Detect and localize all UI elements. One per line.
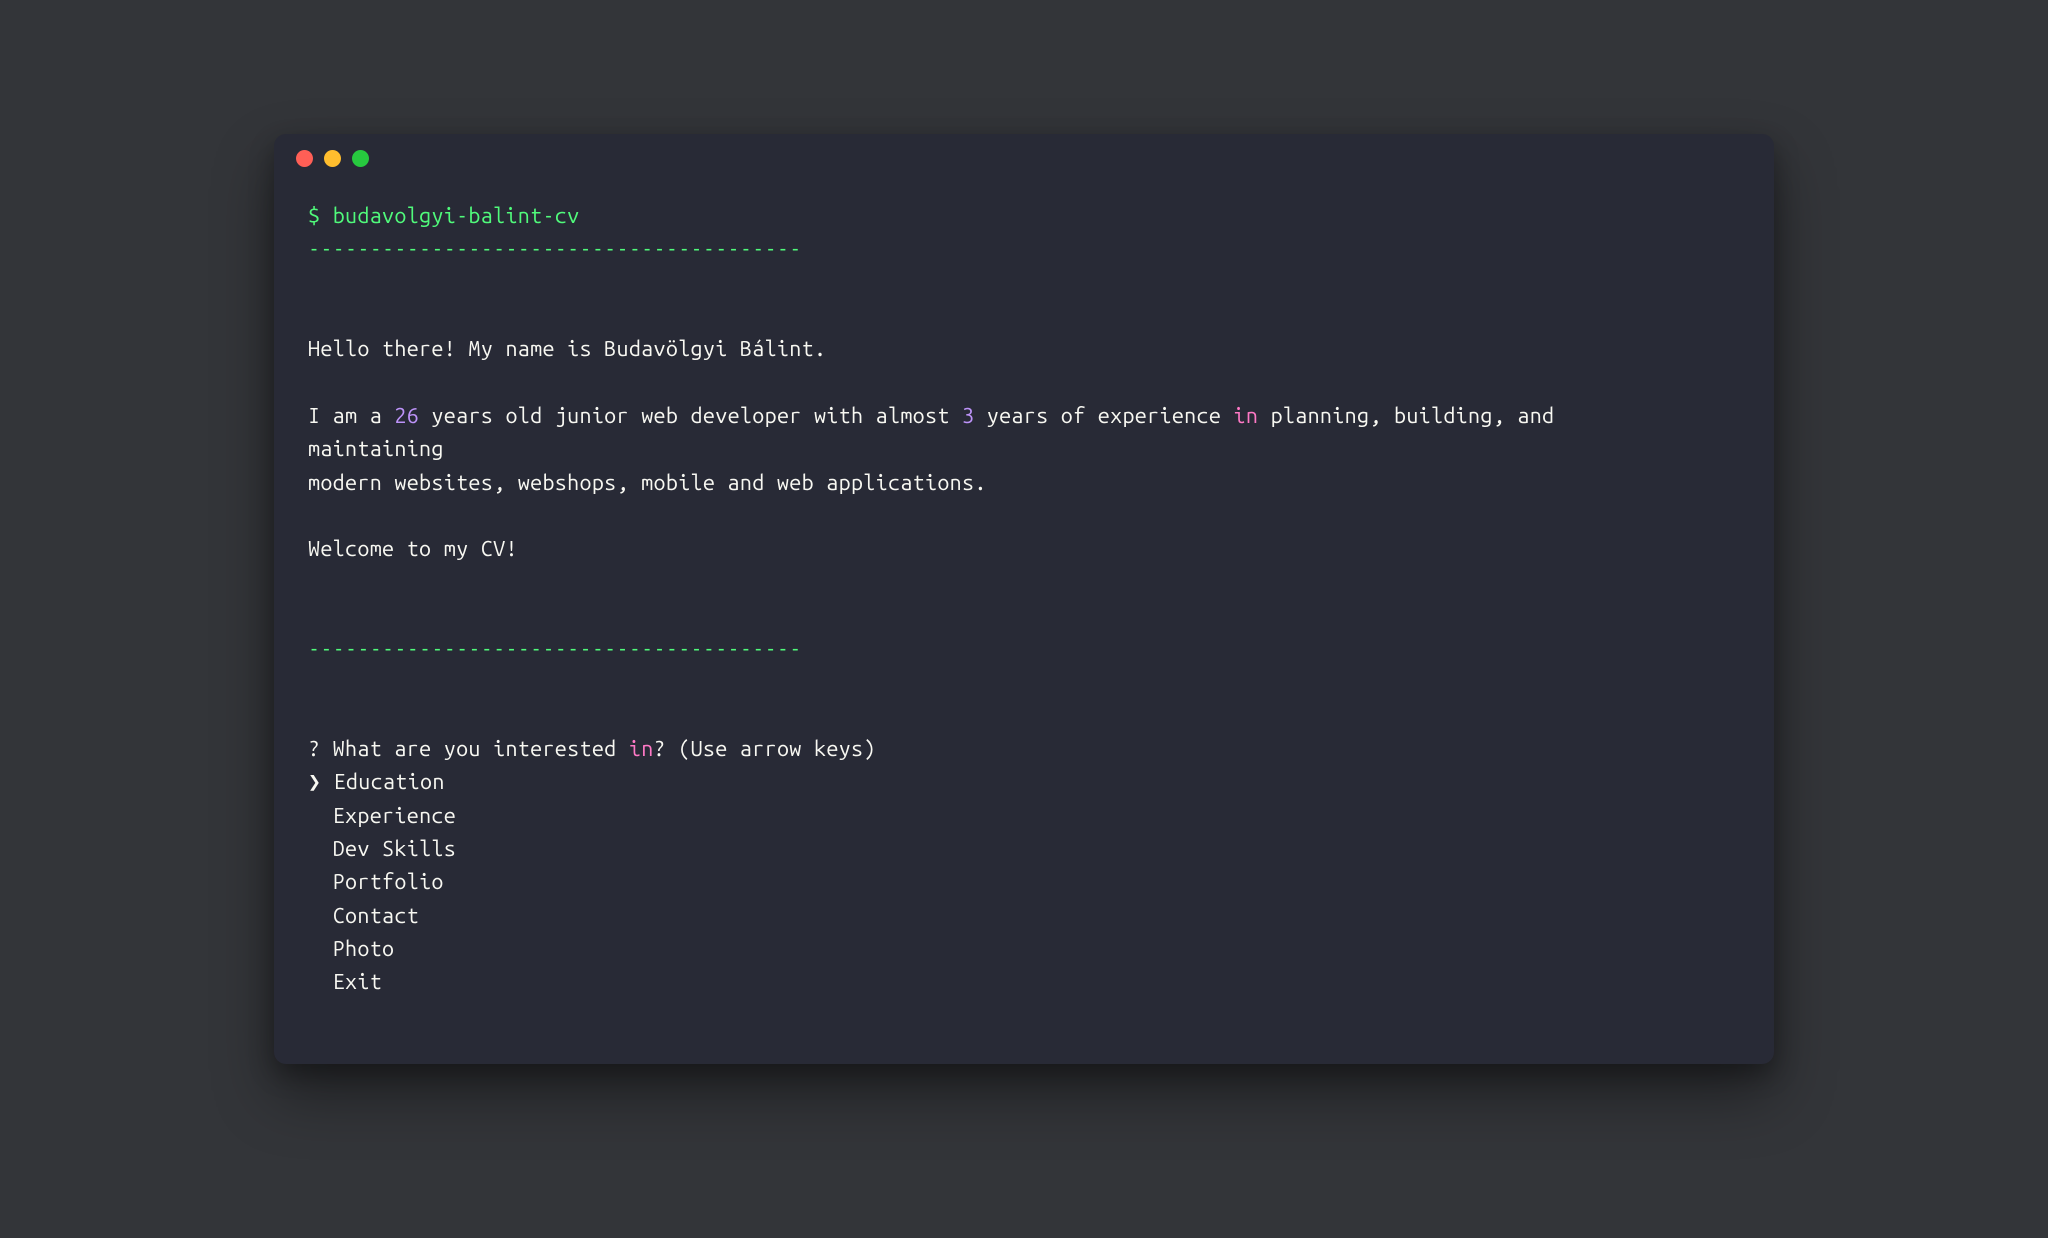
command-line: $ budavolgyi-balint-cv: [308, 204, 580, 228]
intro-welcome: Welcome to my CV!: [308, 537, 518, 561]
menu-option-portfolio[interactable]: Portfolio: [308, 870, 444, 894]
intro-line-4: modern websites, webshops, mobile and we…: [308, 471, 987, 495]
maximize-icon[interactable]: [352, 150, 369, 167]
terminal-window: $ budavolgyi-balint-cv -----------------…: [274, 134, 1774, 1064]
menu-pointer: ❯: [308, 770, 334, 794]
menu-option-exit[interactable]: Exit: [308, 970, 382, 994]
intro-line-2: I am a 26 years old junior web developer…: [308, 404, 1554, 428]
close-icon[interactable]: [296, 150, 313, 167]
intro-line-1: Hello there! My name is Budavölgyi Bálin…: [308, 337, 826, 361]
command-text: budavolgyi-balint-cv: [333, 204, 580, 228]
menu-option-contact[interactable]: Contact: [308, 904, 419, 928]
terminal-body[interactable]: $ budavolgyi-balint-cv -----------------…: [274, 182, 1774, 1030]
years-number: 3: [962, 404, 974, 428]
keyword-in-2: in: [629, 737, 654, 761]
menu-option-education[interactable]: ❯ Education: [308, 770, 445, 794]
separator-top: ----------------------------------------: [308, 237, 802, 261]
window-titlebar: [274, 134, 1774, 182]
minimize-icon[interactable]: [324, 150, 341, 167]
menu-option-experience[interactable]: Experience: [308, 804, 456, 828]
menu-hint: (Use arrow keys): [678, 737, 875, 761]
question-mark: ?: [308, 737, 320, 761]
separator-bottom: ----------------------------------------: [308, 637, 802, 661]
prompt-symbol: $: [308, 204, 333, 228]
menu-option-photo[interactable]: Photo: [308, 937, 394, 961]
age-number: 26: [394, 404, 419, 428]
menu-option-dev-skills[interactable]: Dev Skills: [308, 837, 456, 861]
keyword-in: in: [1234, 404, 1259, 428]
intro-line-3: maintaining: [308, 437, 444, 461]
menu-question: ? What are you interested in? (Use arrow…: [308, 737, 876, 761]
